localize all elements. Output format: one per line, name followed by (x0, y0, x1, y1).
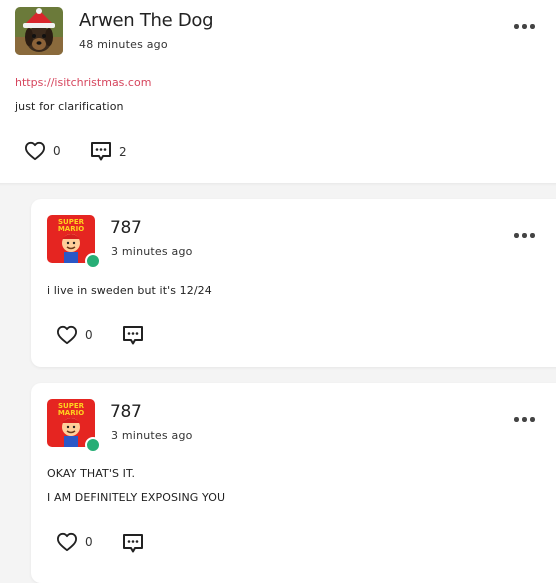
heart-icon (57, 325, 77, 345)
author-name[interactable]: Arwen The Dog (79, 10, 214, 31)
like-button[interactable]: 0 (56, 532, 93, 552)
reply-text-line: OKAY THAT'S IT. (47, 467, 136, 480)
svg-text:MARIO: MARIO (58, 225, 84, 233)
svg-text:MARIO: MARIO (58, 409, 84, 417)
comment-icon (123, 534, 143, 553)
reply-card: SUPER MARIO 787 3 minutes ago OKAY THAT'… (31, 383, 556, 583)
author-avatar[interactable] (15, 7, 63, 55)
comment-count: 2 (119, 144, 127, 159)
post-timestamp: 48 minutes ago (79, 38, 168, 51)
post-link[interactable]: https://isitchristmas.com (15, 76, 151, 89)
reply-timestamp: 3 minutes ago (111, 429, 193, 442)
reply-text-line: I AM DEFINITELY EXPOSING YOU (47, 491, 226, 504)
more-options-icon[interactable] (514, 415, 536, 425)
heart-icon (24, 141, 45, 161)
online-status-badge (85, 253, 101, 269)
more-options-icon[interactable] (514, 231, 536, 241)
heart-icon (57, 532, 77, 552)
dog-santa-hat-avatar (15, 7, 63, 55)
post-text: just for clarification (15, 100, 124, 113)
comment-button[interactable] (122, 325, 144, 346)
reply-author-name[interactable]: 787 (110, 402, 142, 422)
like-count: 0 (85, 328, 93, 342)
reply-text: i live in sweden but it's 12/24 (47, 284, 212, 297)
like-count: 0 (85, 535, 93, 549)
reply-card: SUPER MARIO 787 3 minutes ago i live in … (31, 199, 556, 367)
post-card: Arwen The Dog 48 minutes ago https://isi… (0, 0, 556, 183)
reply-timestamp: 3 minutes ago (111, 245, 193, 258)
like-button[interactable]: 0 (56, 325, 93, 345)
comment-button[interactable] (122, 533, 144, 554)
online-status-badge (85, 437, 101, 453)
comment-icon (91, 142, 111, 161)
comment-button[interactable]: 2 (90, 141, 127, 162)
more-options-icon[interactable] (514, 22, 536, 32)
like-count: 0 (53, 144, 61, 158)
reply-author-name[interactable]: 787 (110, 218, 142, 238)
comment-icon (123, 326, 143, 345)
like-button[interactable]: 0 (24, 141, 61, 161)
